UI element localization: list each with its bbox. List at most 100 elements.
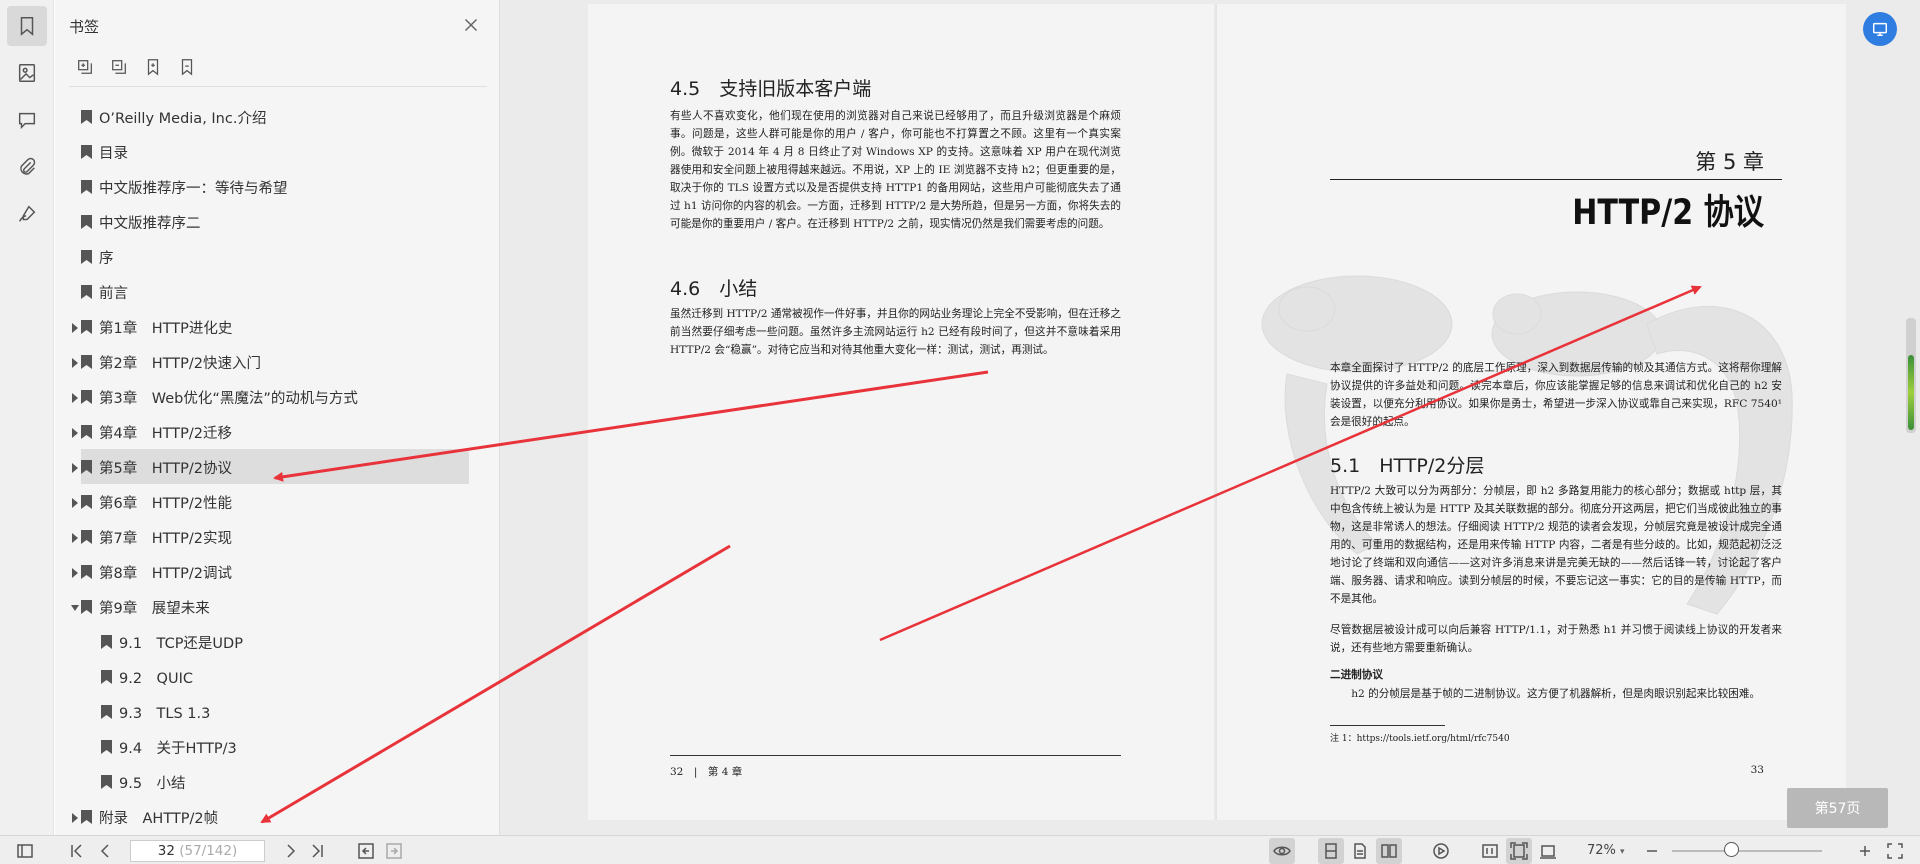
zoom-slider-track[interactable] [1672,850,1822,852]
fit-page-button[interactable] [1506,838,1532,864]
bookmark-item[interactable]: 目录 [69,134,469,169]
page-spread: 4.5 支持旧版本客户端 有些人不喜欢变化，他们现在使用的浏览器对自己来说已经够… [588,4,1846,820]
caret-right-icon[interactable] [71,531,79,543]
first-page-icon [71,844,82,858]
previous-page-button[interactable] [96,842,114,860]
back-button[interactable] [357,842,375,860]
document-page-icon [1354,843,1366,859]
current-page: 32 [157,843,175,859]
bookmark-outline-button[interactable] [177,56,197,78]
page-number-input[interactable]: 32 (57/142) [130,840,265,862]
bookmark-icon [20,17,34,36]
floating-tool-button[interactable] [1863,12,1897,46]
single-page-view-button[interactable] [1318,838,1344,864]
next-page-button[interactable] [282,842,300,860]
eye-care-mode-button[interactable] [1269,838,1295,864]
bookmark-icon [81,110,92,124]
caret-right-icon[interactable] [71,461,79,473]
bookmark-item[interactable]: O’Reilly Media, Inc.介绍 [69,99,469,134]
play-icon [1433,843,1449,859]
forward-button[interactable] [385,842,403,860]
single-page-icon [1325,843,1337,859]
bookmark-label: 第9章 展望未来 [99,601,210,617]
attachment-panel-button[interactable] [7,147,47,187]
play-slideshow-button[interactable] [1428,838,1454,864]
body-paragraph: h2 的分帧层是基于帧的二进制协议。这方便了机器解析，但是肉眼识别起来比较困难。 [1351,688,1761,700]
bookmark-icon [81,565,92,579]
fit-width-button[interactable] [1535,838,1561,864]
caret-right-icon[interactable] [71,426,79,438]
bookmark-item[interactable]: 第3章 Web优化“黑魔法”的动机与方式 [69,379,469,414]
caret-right-icon[interactable] [71,566,79,578]
thumbnail-panel-button[interactable] [7,53,47,93]
last-page-button[interactable] [308,842,326,860]
caret-right-icon[interactable] [71,391,79,403]
caret-right-icon[interactable] [71,356,79,368]
bookmark-item[interactable]: 中文版推荐序二 [69,204,469,239]
bookmark-item[interactable]: 第6章 HTTP/2性能 [69,484,469,519]
first-page-button[interactable] [68,842,86,860]
caret-down-icon[interactable] [71,601,79,611]
sign-panel-button[interactable] [7,194,47,234]
bookmark-item[interactable]: 第2章 HTTP/2快速入门 [69,344,469,379]
screen-capture-icon [1872,22,1888,37]
bookmark-item[interactable]: 9.5 小结 [69,764,469,799]
bookmark-label: O’Reilly Media, Inc.介绍 [99,111,267,127]
fullscreen-button[interactable] [1886,842,1904,860]
add-bookmark-button[interactable] [143,56,163,78]
bookmark-item[interactable]: 附录 AHTTP/2帧 [69,799,469,834]
bookmark-label: 第4章 HTTP/2迁移 [99,426,232,442]
bookmark-item[interactable]: 9.3 TLS 1.3 [69,694,469,729]
bookmark-icon [81,145,92,159]
body-paragraph: HTTP/2 大致可以分为两部分：分帧层，即 h2 多路复用能力的核心部分；数据… [1330,485,1782,605]
bookmark-item[interactable]: 中文版推荐序一：等待与希望 [69,169,469,204]
page-33: 第 5 章 HTTP/2 协议 本章全面探讨了 HTTP/2 的底层工作原理，深… [1217,4,1846,820]
toggle-sidebar-button[interactable] [16,842,34,860]
bookmark-panel-button[interactable] [7,6,47,46]
bookmark-item[interactable]: 第9章 展望未来 [69,589,469,624]
scrollbar-thumb[interactable] [1908,355,1914,430]
chapter-rule [1330,179,1782,180]
zoom-value: 72% [1587,843,1616,858]
bookmark-label: 第1章 HTTP进化史 [99,321,233,337]
pdf-reader-app: 书签 O’Reilly Media, Inc.介绍 目录 中文版推荐序一：等待与希望… [0,0,1920,864]
bookmark-item[interactable]: 9.4 关于HTTP/3 [69,729,469,764]
caret-right-icon[interactable] [71,321,79,333]
comment-panel-button[interactable] [7,100,47,140]
bookmark-item[interactable]: 第7章 HTTP/2实现 [69,519,469,554]
bookmark-item[interactable]: 9.1 TCP还是UDP [69,624,469,659]
expand-all-button[interactable] [75,56,95,78]
bookmark-item[interactable]: 9.2 QUIC [69,659,469,694]
caret-right-icon[interactable] [71,811,79,823]
bookmark-item[interactable]: 第4章 HTTP/2迁移 [69,414,469,449]
bookmark-label: 附录 AHTTP/2帧 [99,811,219,827]
bookmark-label: 第8章 HTTP/2调试 [99,566,232,582]
actual-size-icon [1482,844,1498,858]
bookmark-item[interactable]: 序 [69,239,469,274]
bookmark-icon [101,705,112,719]
minus-icon [1647,850,1657,852]
body-paragraph: 本章全面探讨了 HTTP/2 的底层工作原理，深入到数据层传输的帧及其通信方式。… [1330,362,1782,428]
continuous-view-button[interactable] [1347,838,1373,864]
zoom-in-button[interactable] [1856,842,1874,860]
thumbnail-icon [18,64,36,82]
zoom-slider-thumb[interactable] [1724,842,1739,857]
bookmark-item[interactable]: 第1章 HTTP进化史 [69,309,469,344]
status-bar: 32 (57/142) 72% ▾ [0,835,1920,864]
bookmark-item[interactable]: 第5章 HTTP/2协议 [72,449,469,484]
section-heading: 5.1 HTTP/2分层 [1330,455,1485,477]
close-panel-button[interactable] [460,14,482,36]
section-heading: 4.5 支持旧版本客户端 [670,78,872,100]
zoom-out-button[interactable] [1643,842,1661,860]
bookmark-icon [81,390,92,404]
caret-right-icon[interactable] [71,496,79,508]
sidebar-toggle-icon [17,844,33,858]
divider [69,86,487,87]
two-page-view-button[interactable] [1376,838,1402,864]
collapse-all-button[interactable] [109,56,129,78]
bookmark-item[interactable]: 第8章 HTTP/2调试 [69,554,469,589]
bookmark-label: 中文版推荐序一：等待与希望 [99,181,288,197]
bookmark-item[interactable]: 前言 [69,274,469,309]
zoom-level-select[interactable]: 72% ▾ [1587,843,1625,858]
actual-size-button[interactable] [1477,838,1503,864]
